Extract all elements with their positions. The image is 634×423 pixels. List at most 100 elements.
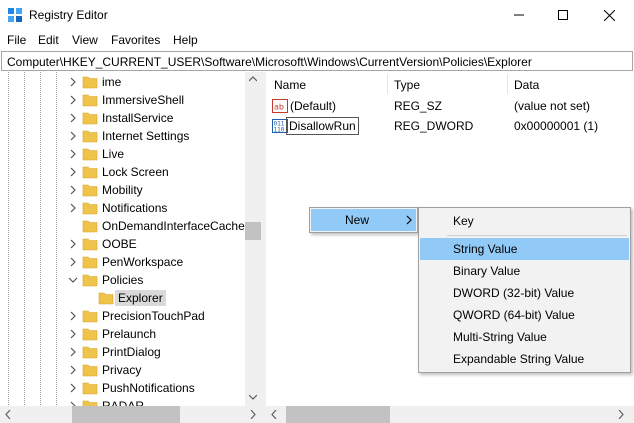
tree-item-notifications[interactable]: Notifications [0,199,246,217]
menu-item-expandable-string-value[interactable]: Expandable String Value [420,348,629,370]
chevron-right-icon[interactable] [68,202,78,214]
menu-item-dword-value[interactable]: DWORD (32-bit) Value [420,282,629,304]
tree-item-ime[interactable]: ime [0,73,246,91]
scroll-right-icon[interactable] [250,410,256,419]
chevron-right-icon[interactable] [68,328,78,340]
list-horizontal-scrollbar[interactable] [266,406,634,423]
folder-icon [82,202,98,215]
folder-icon [82,382,98,395]
tree-item-label: PushNotifications [102,381,195,395]
tree-vertical-scrollbar[interactable] [245,72,261,406]
folder-icon [82,184,98,197]
tree-item-live[interactable]: Live [0,145,246,163]
tree-item-label: Live [102,147,125,161]
scroll-up-icon[interactable] [249,76,257,82]
menu-item-new[interactable]: New [311,209,416,231]
menu-item-label: Key [453,214,474,228]
folder-icon [82,166,98,179]
folder-icon [82,328,98,341]
tree-item-explorer[interactable]: Explorer [0,289,246,307]
scroll-right-icon[interactable] [618,410,624,419]
menu-item-multi-string-value[interactable]: Multi-String Value [420,326,629,348]
tree-item-internet-settings[interactable]: Internet Settings [0,127,246,145]
chevron-right-icon[interactable] [68,94,78,106]
tree-horizontal-scrollbar[interactable] [0,406,261,423]
value-row-default[interactable]: ab (Default) REG_SZ (value not set) [266,96,634,116]
tree-item-ondemandinterfacecache[interactable]: OnDemandInterfaceCache [0,217,246,235]
tree-item-oobe[interactable]: OOBE [0,235,246,253]
tree-item-label: OnDemandInterfaceCache [102,219,245,233]
tree-item-printdialog[interactable]: PrintDialog [0,343,246,361]
chevron-right-icon[interactable] [68,256,78,268]
tree-item-label: InstallService [102,111,174,125]
address-bar[interactable]: Computer\HKEY_CURRENT_USER\Software\Micr… [1,51,633,71]
scroll-down-icon[interactable] [249,394,257,400]
scroll-left-icon[interactable] [271,410,277,419]
tree-item-label: ImmersiveShell [102,93,185,107]
column-header-data[interactable]: Data [514,78,539,92]
folder-icon [82,148,98,161]
column-separator[interactable] [507,74,508,94]
value-name-edit-box[interactable]: DisallowRun [286,117,359,135]
chevron-right-icon[interactable] [68,382,78,394]
column-separator[interactable] [387,74,388,94]
menu-item-qword-value[interactable]: QWORD (64-bit) Value [420,304,629,326]
chevron-right-icon[interactable] [68,238,78,250]
tree-item-prelaunch[interactable]: Prelaunch [0,325,246,343]
menu-item-key[interactable]: Key [420,210,629,232]
tree-item-immersiveshell[interactable]: ImmersiveShell [0,91,246,109]
menu-item-label: DWORD (32-bit) Value [453,286,575,300]
tree-item-label: Prelaunch [102,327,157,341]
tree-item-precisiontouchpad[interactable]: PrecisionTouchPad [0,307,246,325]
menu-item-string-value[interactable]: String Value [420,238,629,260]
menu-favorites[interactable]: Favorites [111,33,160,47]
tree-item-lock-screen[interactable]: Lock Screen [0,163,246,181]
menu-edit[interactable]: Edit [38,33,59,47]
column-header-type[interactable]: Type [394,78,420,92]
menu-item-label: Multi-String Value [453,330,547,344]
close-button[interactable] [586,0,632,30]
value-row-disallowrun[interactable]: 011 110 DisallowRun REG_DWORD 0x00000001… [266,116,634,136]
tree-item-mobility[interactable]: Mobility [0,181,246,199]
folder-icon [82,238,98,251]
tree-item-label: Internet Settings [102,129,190,143]
chevron-right-icon[interactable] [68,346,78,358]
value-data: (value not set) [514,99,591,113]
value-data: 0x00000001 (1) [514,119,599,133]
tree-item-policies[interactable]: Policies [0,271,246,289]
tree-item-privacy[interactable]: Privacy [0,361,246,379]
chevron-right-icon[interactable] [68,148,78,160]
column-header-name[interactable]: Name [274,78,306,92]
chevron-right-icon[interactable] [68,76,78,88]
tree-hscroll-thumb[interactable] [72,406,180,423]
tree-item-penworkspace[interactable]: PenWorkspace [0,253,246,271]
list-hscroll-thumb[interactable] [286,406,390,423]
title-bar: Registry Editor [0,0,634,30]
chevron-right-icon[interactable] [68,130,78,142]
value-name: (Default) [290,99,337,113]
minimize-button[interactable] [496,0,542,30]
chevron-right-icon[interactable] [68,112,78,124]
scroll-left-icon[interactable] [5,410,11,419]
folder-icon [82,256,98,269]
chevron-right-icon[interactable] [68,364,78,376]
chevron-right-icon [406,215,412,225]
maximize-button[interactable] [540,0,586,30]
menu-item-binary-value[interactable]: Binary Value [420,260,629,282]
tree-item-pushnotifications[interactable]: PushNotifications [0,379,246,397]
value-type: REG_SZ [394,99,443,113]
menu-help[interactable]: Help [173,33,198,47]
tree-item-label: PenWorkspace [102,255,184,269]
tree-scroll-thumb[interactable] [245,222,261,240]
chevron-right-icon[interactable] [68,310,78,322]
menu-file[interactable]: File [7,33,26,47]
tree-item-installservice[interactable]: InstallService [0,109,246,127]
folder-icon [82,346,98,359]
menu-view[interactable]: View [72,33,98,47]
string-value-icon: ab [272,99,288,113]
address-path: Computer\HKEY_CURRENT_USER\Software\Micr… [7,55,532,69]
tree-item-label: Mobility [102,183,143,197]
chevron-down-icon[interactable] [68,274,78,286]
chevron-right-icon[interactable] [68,184,78,196]
chevron-right-icon[interactable] [68,166,78,178]
